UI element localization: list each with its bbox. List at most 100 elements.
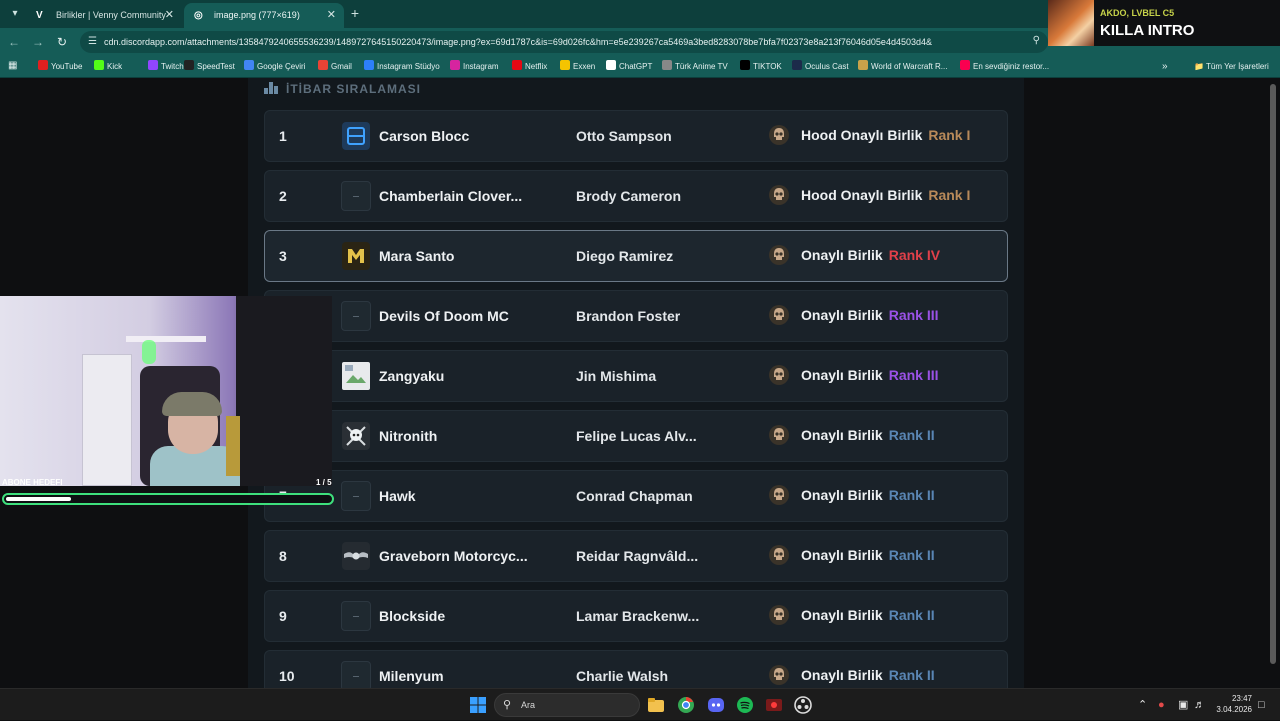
close-tab-icon[interactable]: ✕: [327, 3, 336, 28]
bookmark-label: Google Çeviri: [257, 62, 306, 71]
wings-emblem-icon: [341, 541, 371, 571]
row-leader-name: Otto Sampson: [576, 128, 672, 144]
site-info-icon[interactable]: ☰: [88, 36, 100, 48]
taskbar-clock[interactable]: 23:47 3.04.2026: [1212, 693, 1252, 715]
spotify-icon[interactable]: [735, 695, 755, 715]
section-title: İTİBAR SIRALAMASI: [264, 82, 421, 100]
microphone-icon[interactable]: ●: [1158, 689, 1165, 721]
bookmark-item[interactable]: World of Warcraft R...: [858, 56, 947, 78]
ranking-row[interactable]: 1 Carson Blocc Otto Sampson Hood Onaylı Bir…: [264, 110, 1008, 162]
bookmark-item[interactable]: Google Çeviri: [244, 56, 305, 78]
reload-icon[interactable]: ↻: [54, 34, 70, 50]
row-gang-name: Blockside: [379, 608, 446, 624]
close-tab-icon[interactable]: ✕: [165, 3, 174, 28]
bookmark-item[interactable]: Instagram: [450, 56, 499, 78]
row-rank-tier: Rank II: [888, 547, 935, 563]
row-gang-name: Carson Blocc: [379, 128, 470, 144]
row-gang-name: Chamberlain Clover...: [379, 188, 523, 204]
apps-grid-icon[interactable]: ▦: [8, 61, 18, 71]
sub-goal-label: ABONE HEDEFI: [2, 478, 63, 487]
all-bookmarks-folder[interactable]: 📁 Tüm Yer İşaretleri: [1194, 56, 1269, 78]
tab-search-icon[interactable]: ▾: [6, 5, 24, 23]
clock-date: 3.04.2026: [1216, 705, 1252, 714]
bookmark-item[interactable]: Oculus Cast: [792, 56, 849, 78]
zoom-icon[interactable]: ⚲: [1033, 35, 1040, 46]
skull-icon: [768, 604, 790, 626]
bookmark-favicon-icon: [94, 60, 104, 70]
webcam-overlay: [0, 296, 332, 486]
placeholder-logo-icon: [341, 481, 371, 511]
bookmark-item[interactable]: Gmail: [318, 56, 352, 78]
windows-start-icon[interactable]: [468, 695, 488, 715]
row-status: Onaylı Birlik Rank II: [801, 591, 935, 639]
bookmark-item[interactable]: Netflix: [512, 56, 547, 78]
bookmark-item[interactable]: Türk Anime TV: [662, 56, 728, 78]
taskbar-search[interactable]: ⚲ Ara: [494, 693, 640, 717]
row-rank-tier: Rank II: [888, 427, 935, 443]
url-text[interactable]: cdn.discordapp.com/attachments/135847924…: [104, 31, 1009, 53]
bookmark-item[interactable]: YouTube: [38, 56, 82, 78]
bookmark-label: Instagram Stüdyo: [377, 62, 440, 71]
ranking-row[interactable]: 7HawkConrad ChapmanOnaylı BirlikRank II: [264, 470, 1008, 522]
ranking-row[interactable]: 9 Blockside Lamar Brackenw... Onaylı Birlik…: [264, 590, 1008, 642]
ranking-row[interactable]: 5ZangyakuJin MishimaOnaylı BirlikRank II…: [264, 350, 1008, 402]
gold-emblem-icon: [341, 241, 371, 271]
ranking-row[interactable]: 3 Mara Santo Diego Ramirez Onaylı Birlik Ran…: [264, 230, 1008, 282]
ranking-row[interactable]: 4Devils Of Doom MCBrandon FosterOnaylı B…: [264, 290, 1008, 342]
row-rank-number: 8: [279, 548, 287, 564]
row-leader-name: Reidar Ragnvâld...: [576, 548, 699, 564]
now-playing-overlay: AKDO, LVBEL C5 KILLA INTRO: [1048, 0, 1280, 46]
bookmark-item[interactable]: Twitch: [148, 56, 184, 78]
tab-birlikler[interactable]: V Birlikler | Venny Community ✕: [26, 3, 182, 28]
chevron-up-icon[interactable]: ⌃: [1138, 689, 1147, 721]
url-field[interactable]: ☰ cdn.discordapp.com/attachments/1358479…: [80, 31, 1048, 53]
bookmark-item[interactable]: SpeedTest: [184, 56, 235, 78]
chrome-icon[interactable]: [676, 695, 696, 715]
discord-icon[interactable]: [706, 695, 726, 715]
placeholder-logo-icon: [341, 661, 371, 691]
bookmark-label: TIKTOK: [753, 62, 782, 71]
file-explorer-icon[interactable]: [646, 695, 666, 715]
ranking-row[interactable]: 8 Graveborn Motorcyc... Reidar Ragnvâld...…: [264, 530, 1008, 582]
row-status-type: Onaylı Birlik: [801, 487, 883, 503]
back-arrow-icon[interactable]: ←: [6, 34, 22, 50]
volume-icon[interactable]: ♬: [1194, 689, 1205, 721]
bookmark-label: Exxen: [573, 62, 596, 71]
row-rank-tier: Rank III: [888, 367, 939, 383]
bookmark-favicon-icon: [960, 60, 970, 70]
bookmark-item[interactable]: En sevdiğiniz restor...: [960, 56, 1049, 78]
bookmark-item[interactable]: TIKTOK: [740, 56, 782, 78]
row-status-type: Onaylı Birlik: [801, 607, 883, 623]
bookmark-label: World of Warcraft R...: [871, 62, 948, 71]
row-status-type: Onaylı Birlik: [801, 307, 883, 323]
bookmark-label: Netflix: [525, 62, 548, 71]
sub-goal-fill: [6, 497, 71, 501]
ranking-row[interactable]: 6NitronithFelipe Lucas Alv...Onaylı Birl…: [264, 410, 1008, 462]
page-scrollbar[interactable]: [1270, 84, 1276, 664]
skull-icon: [768, 184, 790, 206]
skull-icon: [768, 484, 790, 506]
placeholder-logo-icon: [341, 181, 371, 211]
new-tab-button[interactable]: +: [346, 4, 364, 22]
bookmark-item[interactable]: Kick: [94, 56, 122, 78]
bookmark-favicon-icon: [148, 60, 158, 70]
recording-app-icon[interactable]: [764, 695, 784, 715]
network-icon[interactable]: ▣: [1178, 689, 1188, 721]
ranking-row[interactable]: 2 Chamberlain Clover... Brody Cameron Hood …: [264, 170, 1008, 222]
obs-icon[interactable]: [793, 695, 813, 715]
bookmark-item[interactable]: ChatGPT: [606, 56, 652, 78]
more-bookmarks-icon[interactable]: »: [1162, 56, 1168, 78]
bookmark-favicon-icon: [792, 60, 802, 70]
bookmark-item[interactable]: Instagram Stüdyo: [364, 56, 440, 78]
podium-icon: [264, 82, 278, 94]
row-gang-name: Devils Of Doom MC: [379, 308, 509, 324]
bookmark-label: Oculus Cast: [805, 62, 849, 71]
search-icon: ⚲: [503, 699, 512, 711]
row-status: Onaylı Birlik Rank III: [801, 351, 939, 399]
tab-image[interactable]: ◎ image.png (777×619) ✕: [184, 3, 344, 28]
forward-arrow-icon[interactable]: →: [30, 34, 46, 50]
notification-icon[interactable]: □: [1258, 689, 1265, 721]
bookmark-item[interactable]: Exxen: [560, 56, 595, 78]
sub-goal-count: 1 / 5: [316, 478, 332, 487]
all-bookmarks-label: Tüm Yer İşaretleri: [1206, 62, 1269, 71]
